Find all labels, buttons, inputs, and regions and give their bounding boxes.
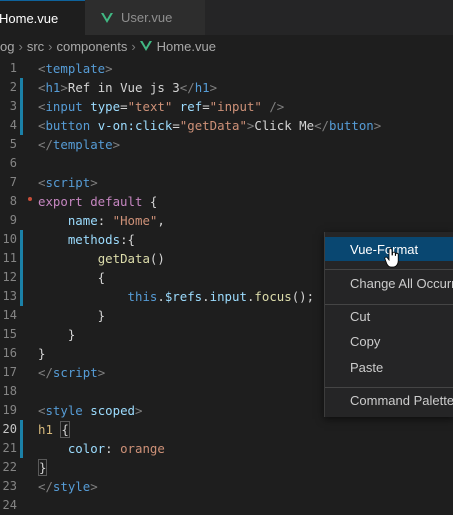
code-text: export default { xyxy=(38,194,158,209)
line-number: 23 xyxy=(2,479,17,493)
code-line: 4 <button v-on:click="getData">Click Me</… xyxy=(0,116,453,135)
code-text: { xyxy=(38,270,106,285)
menu-separator xyxy=(325,269,453,270)
breadcrumb: og › src › components › Home.vue xyxy=(0,35,453,57)
breadcrumb-item[interactable]: src xyxy=(27,39,44,54)
code-text: methods:{ xyxy=(67,232,135,247)
chevron-right-icon: › xyxy=(131,38,136,54)
code-text: </style> xyxy=(38,479,98,494)
code-text: } xyxy=(38,459,48,476)
tab-user-vue[interactable]: User.vue xyxy=(85,0,205,35)
line-number: 11 xyxy=(2,251,17,265)
code-text: <button v-on:click="getData">Click Me</b… xyxy=(38,118,382,133)
code-text: <input type="text" ref="input" /> xyxy=(38,99,285,114)
code-text: } xyxy=(38,327,76,342)
code-line: 22} xyxy=(0,458,453,477)
mouse-pointer-icon xyxy=(384,248,399,268)
line-number: 5 xyxy=(9,137,17,151)
code-text: </template> xyxy=(38,137,121,152)
code-line: 23 </style> xyxy=(0,477,453,496)
breadcrumb-file[interactable]: Home.vue xyxy=(157,39,216,54)
chevron-right-icon: › xyxy=(48,38,53,54)
code-text: <template> xyxy=(38,61,113,76)
line-number: 22 xyxy=(2,460,17,474)
line-number: 15 xyxy=(2,327,17,341)
code-line: 21 color: orange xyxy=(0,439,453,458)
chevron-right-icon: › xyxy=(18,38,23,54)
code-line: 3 <input type="text" ref="input" /> xyxy=(0,97,453,116)
code-line: 6 xyxy=(0,154,453,173)
code-line: 5 </template> xyxy=(0,135,453,154)
line-number: 24 xyxy=(2,498,17,512)
tab-label: User.vue xyxy=(121,10,173,25)
code-line: 8 export default { xyxy=(0,192,453,211)
line-number: 14 xyxy=(2,308,17,322)
menu-item-copy[interactable]: Copy xyxy=(325,329,453,353)
tab-label: Home.vue xyxy=(0,10,59,26)
code-line: 9 name: "Home", xyxy=(0,211,453,230)
line-number: 18 xyxy=(2,384,17,398)
vue-file-icon xyxy=(139,41,152,51)
code-line: 2 <h1>Ref in Vue js 3</h1> xyxy=(0,78,453,97)
code-line: 1 <template> xyxy=(0,59,453,78)
line-number: 13 xyxy=(2,289,17,303)
line-number: 8 xyxy=(9,194,17,208)
line-number: 16 xyxy=(2,346,17,360)
code-text: <h1>Ref in Vue js 3</h1> xyxy=(38,80,218,95)
menu-item-change-all-occurrences[interactable]: Change All Occurrences xyxy=(325,271,453,295)
line-number: 9 xyxy=(9,213,17,227)
menu-item-paste[interactable]: Paste xyxy=(325,355,453,379)
code-text: color: orange xyxy=(67,441,165,456)
code-text: } xyxy=(38,308,106,323)
vue-file-icon xyxy=(101,12,113,23)
line-number: 2 xyxy=(9,80,17,94)
code-text: <script> xyxy=(38,175,98,190)
line-number: 20 xyxy=(2,422,17,436)
line-number: 3 xyxy=(9,99,17,113)
line-number: 6 xyxy=(9,156,17,170)
breadcrumb-item[interactable]: og xyxy=(0,39,14,54)
code-line: 24 xyxy=(0,496,453,515)
menu-item-cut[interactable]: Cut xyxy=(325,304,453,328)
code-line: 20 h1 { xyxy=(0,420,453,439)
tab-home-vue[interactable]: Home.vue xyxy=(0,0,85,35)
line-number: 17 xyxy=(2,365,17,379)
line-number: 12 xyxy=(2,270,17,284)
line-number: 4 xyxy=(9,118,17,132)
code-text: h1 { xyxy=(38,421,70,438)
line-number: 7 xyxy=(9,175,17,189)
code-text: <style scoped> xyxy=(38,403,143,418)
line-number: 21 xyxy=(2,441,17,455)
code-text: } xyxy=(38,346,46,361)
code-text: name: "Home", xyxy=(67,213,165,228)
code-text: this.$refs.input.focus(); xyxy=(127,289,315,304)
line-number: 19 xyxy=(2,403,17,417)
line-number: 10 xyxy=(2,232,17,246)
editor-tab-bar: Home.vue User.vue xyxy=(0,0,453,35)
code-text: </script> xyxy=(38,365,106,380)
line-number: 1 xyxy=(9,61,17,75)
code-line: 7 <script> xyxy=(0,173,453,192)
menu-item-command-palette[interactable]: Command Palette... xyxy=(325,388,453,412)
breadcrumb-item[interactable]: components xyxy=(57,39,128,54)
code-text: getData() xyxy=(97,251,165,266)
